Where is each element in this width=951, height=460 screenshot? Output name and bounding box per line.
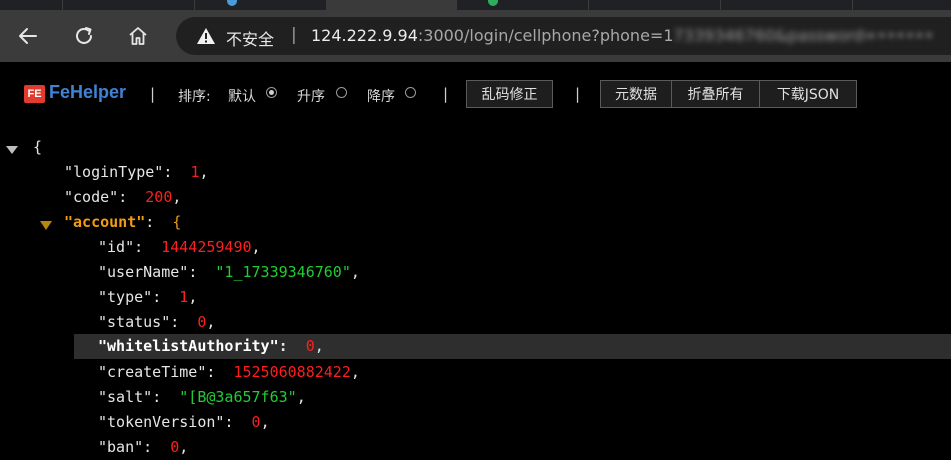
json-row-createTime: "createTime": 1525060882422, (98, 363, 360, 381)
json-string: "1_17339346760" (215, 263, 351, 281)
json-string: "[B@3a657f63" (179, 388, 297, 406)
json-viewer: { "loginType": 1, "code": 200, "account"… (0, 128, 951, 458)
collapse-toggle-icon[interactable] (6, 146, 18, 154)
json-row-status: "status": 0, (98, 313, 216, 331)
json-key: "id" (98, 238, 135, 256)
json-key: "salt" (98, 388, 153, 406)
browser-tab[interactable] (720, 0, 853, 10)
sort-desc-radio[interactable] (405, 87, 416, 98)
sort-default-radio[interactable] (266, 87, 277, 98)
security-label[interactable]: 不安全 (226, 26, 274, 50)
json-key: "status" (98, 313, 171, 331)
json-number: 1 (179, 288, 189, 306)
browser-tab[interactable] (588, 0, 721, 10)
url-text[interactable]: 124.222.9.94:3000/login/cellphone?phone=… (311, 26, 934, 45)
fix-encoding-button[interactable]: 乱码修正 (466, 80, 553, 108)
url-obscured: 7339346760&password= (673, 26, 878, 45)
browser-tab[interactable] (456, 0, 589, 10)
arrow-left-icon (19, 28, 37, 44)
json-row-tokenVersion: "tokenVersion": 0, (98, 413, 270, 431)
collapse-toggle-icon[interactable] (40, 221, 52, 230)
json-key: "userName" (98, 263, 189, 281)
json-root-open: { (33, 138, 43, 156)
url-obscured-tail: •••••• (877, 26, 934, 45)
back-button[interactable] (12, 20, 44, 52)
json-number: 0 (251, 413, 261, 431)
browser-tab-active[interactable] (326, 0, 457, 10)
address-bar[interactable]: 不安全 | 124.222.9.94:3000/login/cellphone?… (176, 17, 951, 55)
json-number: 0 (170, 438, 180, 456)
json-row-type: "type": 1, (98, 288, 198, 306)
reload-button[interactable] (68, 20, 100, 52)
json-key: "type" (98, 288, 153, 306)
toolbar-divider: | (150, 85, 156, 103)
home-button[interactable] (122, 20, 154, 52)
fehelper-logo-icon: FE (24, 85, 45, 103)
json-row-code: "code": 200, (64, 188, 182, 206)
tab-strip (0, 0, 951, 10)
browser-tab[interactable] (0, 0, 63, 10)
metadata-button[interactable]: 元数据 (600, 80, 672, 108)
sort-default-label[interactable]: 默认 (228, 86, 256, 106)
browser-tab[interactable] (852, 0, 951, 10)
sort-asc-label[interactable]: 升序 (297, 86, 325, 106)
json-row-ban: "ban": 0, (98, 438, 189, 456)
toolbar-divider: | (575, 85, 581, 103)
json-row-loginType: "loginType": 1, (64, 163, 209, 181)
browser-tab[interactable] (194, 0, 327, 10)
warning-icon[interactable] (196, 27, 216, 45)
json-number: 0 (305, 337, 315, 355)
url-host: 124.222.9.94 (311, 26, 418, 45)
json-number: 1525060882422 (233, 363, 351, 381)
toolbar-divider: | (443, 85, 449, 103)
json-number: 1444259490 (161, 238, 252, 256)
json-row-id: "id": 1444259490, (98, 238, 261, 256)
json-key: "ban" (98, 438, 144, 456)
address-divider: | (291, 25, 297, 45)
json-key: "createTime" (98, 363, 207, 381)
json-key: "code" (64, 188, 119, 206)
json-key: "tokenVersion" (98, 413, 225, 431)
sort-asc-radio[interactable] (336, 87, 347, 98)
browser-tab[interactable] (62, 0, 195, 10)
fehelper-toolbar: FE FeHelper | 排序: 默认 升序 降序 | 乱码修正 | 元数据 … (0, 69, 951, 118)
download-json-button[interactable]: 下载JSON (759, 80, 857, 108)
json-row-userName: "userName": "1_17339346760", (98, 263, 360, 281)
reload-icon (76, 27, 92, 44)
sort-label: 排序: (178, 89, 211, 105)
json-row-whitelistAuthority[interactable]: "whitelistAuthority": 0, (74, 334, 951, 359)
json-key: "whitelistAuthority" (98, 337, 279, 355)
json-key: "loginType" (64, 163, 164, 181)
browser-toolbar: 不安全 | 124.222.9.94:3000/login/cellphone?… (0, 10, 951, 62)
json-row-salt: "salt": "[B@3a657f63", (98, 388, 306, 406)
url-path: :3000/login/cellphone?phone=1 (417, 26, 674, 45)
home-icon (129, 27, 147, 45)
fehelper-title[interactable]: FeHelper (49, 82, 126, 103)
sort-desc-label[interactable]: 降序 (367, 86, 395, 106)
json-row-account: "account": { (64, 213, 182, 231)
json-number: 200 (145, 188, 173, 206)
collapse-all-button[interactable]: 折叠所有 (671, 80, 760, 108)
json-key: "account" (64, 213, 146, 231)
